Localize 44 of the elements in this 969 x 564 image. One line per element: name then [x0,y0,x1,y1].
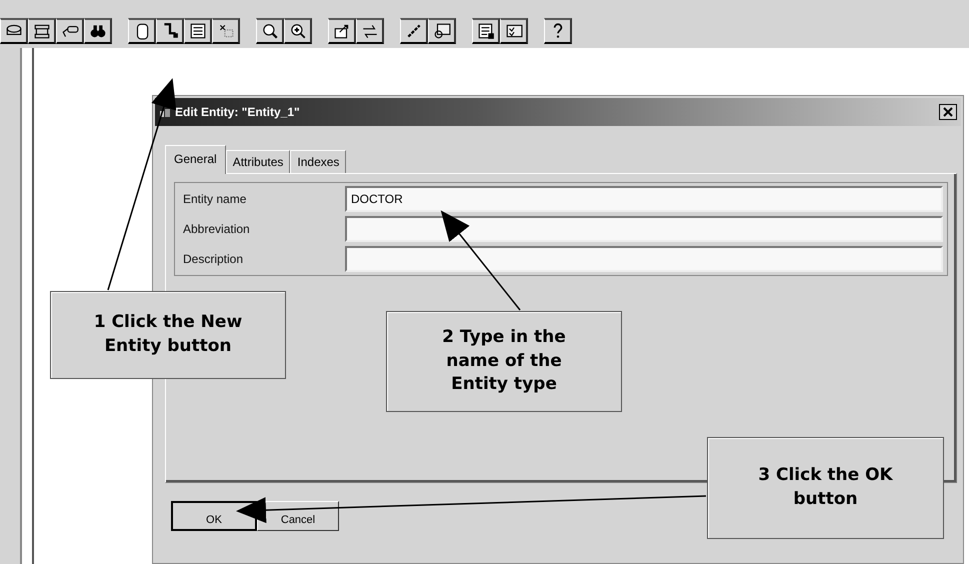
input-field[interactable] [345,246,943,272]
toolbar-button[interactable] [544,18,572,44]
toolbar-button[interactable] [328,18,356,44]
list-icon [188,22,206,40]
callout-box: 1 Click the New Entity button [50,291,286,379]
sort-icon [360,22,378,40]
toolbar-button[interactable] [128,18,156,44]
tab[interactable]: Attributes [226,150,290,173]
toolbar-button[interactable] [0,18,28,44]
toolbar-button[interactable] [472,18,500,44]
toolbar-button[interactable] [428,18,456,44]
toolbar-button[interactable] [500,18,528,44]
tab[interactable]: Indexes [290,150,346,173]
toolbar-button[interactable] [56,18,84,44]
preview-icon [432,22,450,40]
ok-button[interactable]: OK [171,501,257,531]
toolbar-button[interactable] [356,18,384,44]
field-label: Abbreviation [182,221,251,238]
toolbar-button[interactable] [156,18,184,44]
input-field[interactable] [345,216,943,242]
properties-icon [332,22,350,40]
toolbar-button[interactable] [400,18,428,44]
relation-icon [32,22,50,40]
report-icon [476,22,494,40]
toolbar-button[interactable] [212,18,240,44]
input-field[interactable]: DOCTOR [345,186,943,212]
zoom-in-icon [288,22,306,40]
toolbar-button[interactable] [256,18,284,44]
checklist-icon [504,22,522,40]
field-label: Entity name [182,191,248,208]
window-title: Edit Entity: "Entity_1" [175,105,301,119]
app-icon [159,106,171,118]
zoom-out-icon [260,22,278,40]
callout-box: 2 Type in the name of the Entity type [386,311,622,412]
toolbar-button[interactable] [284,18,312,44]
toolbar-button[interactable] [84,18,112,44]
callout-box: 3 Click the OK button [707,437,944,539]
close-icon [943,107,953,117]
link-icon [404,22,422,40]
close-button[interactable] [939,104,957,120]
toolbar-button[interactable] [184,18,212,44]
field-label: Description [182,251,244,268]
tab[interactable]: General [165,145,226,174]
toolbar-button[interactable] [28,18,56,44]
